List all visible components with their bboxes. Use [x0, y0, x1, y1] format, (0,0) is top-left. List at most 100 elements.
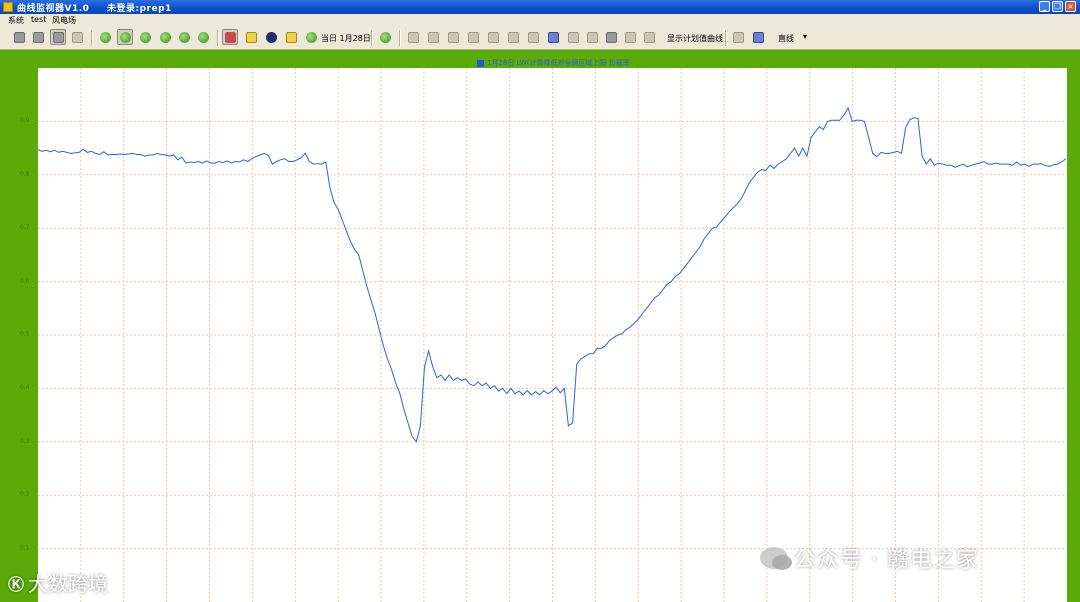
save-button[interactable] [603, 29, 619, 45]
calendar-button[interactable] [222, 29, 238, 45]
toolbar-separator [371, 30, 373, 46]
station-icon [179, 32, 190, 43]
split-view-icon [753, 32, 764, 43]
wave-button[interactable] [641, 29, 657, 45]
wave-icon [644, 32, 655, 43]
calendar-icon [225, 32, 236, 43]
next-day-button[interactable] [283, 29, 299, 45]
y-tick-label: 0.8 [20, 170, 30, 178]
copy-button[interactable] [465, 29, 481, 45]
select-button[interactable] [565, 29, 581, 45]
chart-legend: 1月28日 LW(计算降低对全网区域上报 负载率 [477, 58, 630, 68]
monitor-button[interactable] [50, 29, 66, 45]
station-button-1[interactable] [97, 29, 113, 45]
watermark-brand: Ⓚ 大数跨境 [8, 568, 108, 597]
curve-button[interactable] [445, 29, 461, 45]
marker-icon [548, 32, 559, 43]
y-tick-label: 0.5 [20, 331, 30, 338]
window-title: 曲线监视器V1.0 [17, 4, 90, 14]
select-icon [568, 32, 579, 43]
station-button-2[interactable] [117, 29, 133, 45]
refresh-button[interactable] [377, 29, 393, 45]
refresh-icon [380, 32, 391, 43]
paste-icon [488, 32, 499, 43]
toolbar-separator [217, 30, 219, 46]
close-icon[interactable]: × [1065, 1, 1076, 12]
arrow-left-icon [246, 32, 257, 43]
brand-logo-icon: Ⓚ [8, 574, 25, 594]
hand-icon [72, 32, 83, 43]
grid-icon [625, 32, 636, 43]
series-line [38, 106, 1067, 443]
paste-button[interactable] [485, 29, 501, 45]
draw-line-button[interactable] [405, 29, 421, 45]
bar-chart-icon [528, 32, 539, 43]
split-view-button[interactable] [750, 29, 766, 45]
zero-icon [266, 32, 277, 43]
restore-icon[interactable]: ❐ [1052, 1, 1063, 12]
today-button[interactable] [303, 29, 319, 45]
y-tick-label: 0.3 [20, 437, 30, 445]
magnifier-icon [587, 32, 598, 43]
station-button-4[interactable] [157, 29, 173, 45]
signal-button[interactable] [195, 29, 211, 45]
line-chart [38, 68, 1067, 602]
layout-button[interactable] [730, 29, 746, 45]
marker-button[interactable] [545, 29, 561, 45]
curve-icon [448, 32, 459, 43]
previous-day-button[interactable] [243, 29, 259, 45]
print-button[interactable] [30, 29, 46, 45]
toolbar-separator [725, 30, 727, 46]
printer-icon [33, 32, 44, 43]
bar-chart-button[interactable] [525, 29, 541, 45]
reset-button[interactable] [263, 29, 279, 45]
toolbar-separator [91, 30, 93, 46]
station-button-3[interactable] [137, 29, 153, 45]
watermark-brand-text: 大数跨境 [28, 572, 109, 596]
y-tick-label: 0.6 [20, 277, 30, 285]
menu-wind-farm[interactable]: 风电场 [52, 15, 76, 26]
grid-button[interactable] [622, 29, 638, 45]
compare-button[interactable] [505, 29, 521, 45]
minimize-icon[interactable]: _ [1039, 1, 1050, 12]
trend-button[interactable] [425, 29, 441, 45]
trend-icon [428, 32, 439, 43]
menu-bar: 系统 test 风电场 [0, 14, 1080, 28]
toolbar: 当日 1月28日 显示计划值曲线 直线 ▾ [0, 27, 1080, 50]
watermark-text: 公众号 · 赣电之家 [794, 548, 979, 573]
signal-icon [198, 32, 209, 43]
copy-icon [468, 32, 479, 43]
monitor-icon [53, 32, 64, 43]
pan-button[interactable] [69, 29, 85, 45]
y-tick-label: 0.7 [20, 224, 30, 232]
chart-frame: 1月28日 LW(计算降低对全网区域上报 负载率 0.9 0.8 0.7 0.6 0.5… [0, 50, 1080, 602]
station-button-5[interactable] [176, 29, 192, 45]
legend-swatch [477, 59, 484, 67]
zoom-button[interactable] [584, 29, 600, 45]
app-icon [3, 2, 13, 12]
show-plan-curve-button[interactable]: 显示计划值曲线 [667, 33, 723, 44]
toolbar-separator [399, 30, 401, 46]
arrow-right-icon [286, 32, 297, 43]
station-icon [160, 32, 171, 43]
menu-system[interactable]: 系统 [8, 15, 24, 26]
wechat-icon [760, 547, 792, 570]
plot-area[interactable] [38, 68, 1067, 602]
y-tick-label: 0.9 [20, 117, 30, 125]
station-icon [140, 32, 151, 43]
menu-test[interactable]: test [31, 15, 46, 24]
legend-label: 1月28日 LW(计算降低对全网区域上报 负载率 [487, 59, 630, 67]
today-icon [306, 32, 317, 43]
chevron-down-icon[interactable]: ▾ [803, 32, 807, 41]
station-icon [120, 32, 131, 43]
document-icon [14, 32, 25, 43]
watermark-wechat: 公众号 · 赣电之家 [760, 542, 979, 574]
compare-icon [508, 32, 519, 43]
line-type-select[interactable]: 直线 [778, 33, 794, 44]
open-file-button[interactable] [11, 29, 27, 45]
save-icon [606, 32, 617, 43]
pen-icon [408, 32, 419, 43]
today-label[interactable]: 当日 1月28日 [321, 33, 371, 44]
title-bar: 曲线监视器V1.0 未登录:prep1 _ ❐ × [0, 0, 1080, 14]
window-controls: _ ❐ × [1039, 1, 1076, 12]
